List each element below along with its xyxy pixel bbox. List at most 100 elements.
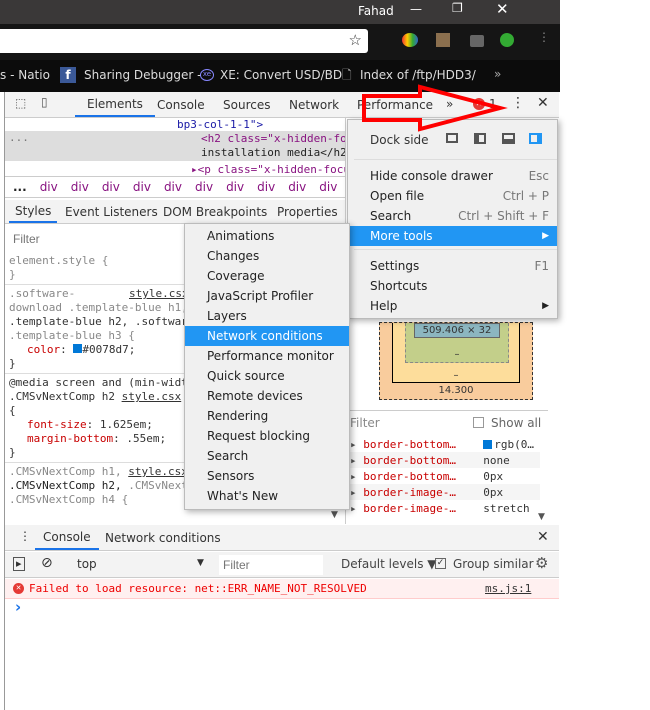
menu-item-help[interactable]: Help ▶ <box>348 296 557 316</box>
breadcrumb-item[interactable]: div <box>226 180 244 194</box>
property-value[interactable]: 1.625em; <box>100 418 153 431</box>
dom-selected-node[interactable]: ... <h2 class="x-hidden-foc installation… <box>5 131 345 161</box>
close-drawer-button[interactable]: ✕ <box>537 529 549 545</box>
menu-item-hide-console-drawer[interactable]: Hide console drawer Esc <box>348 166 557 186</box>
breadcrumb-item[interactable]: div <box>288 180 306 194</box>
breadcrumb-item[interactable]: ... <box>13 180 27 194</box>
extension-icon[interactable] <box>436 33 450 47</box>
menu-item-shortcuts[interactable]: Shortcuts <box>348 276 557 296</box>
breadcrumb-item[interactable]: div <box>164 180 182 194</box>
submenu-item[interactable]: Animations <box>185 226 349 246</box>
submenu-item[interactable]: Request blocking <box>185 426 349 446</box>
tab-console[interactable]: Console <box>157 92 205 117</box>
submenu-item-network-conditions[interactable]: Network conditions <box>185 326 349 346</box>
dock-right-icon[interactable] <box>529 133 542 144</box>
breadcrumb-item[interactable]: div <box>319 180 337 194</box>
bookmark-star-icon[interactable]: ☆ <box>349 31 362 49</box>
tab-drawer-network-conditions[interactable]: Network conditions <box>105 525 221 550</box>
context-select[interactable]: top <box>77 557 97 571</box>
chrome-menu-icon[interactable]: ⋮ <box>538 30 550 44</box>
clear-console-icon[interactable]: ⊘ <box>41 555 53 571</box>
menu-item-search[interactable]: Search Ctrl + Shift + F <box>348 206 557 226</box>
computed-filter-input[interactable]: Filter <box>350 416 380 430</box>
profile-name[interactable]: Fahad <box>358 4 394 18</box>
scroll-down-arrow[interactable]: ▼ <box>538 512 545 522</box>
bookmark[interactable]: Sharing Debugger - <box>84 68 201 82</box>
submenu-item[interactable]: Sensors <box>185 466 349 486</box>
dock-left-icon[interactable] <box>474 133 486 144</box>
bookmark[interactable]: Index of /ftp/HDD3/ <box>360 68 476 82</box>
address-bar[interactable]: ☆ <box>0 29 368 53</box>
tab-sources[interactable]: Sources <box>223 92 270 117</box>
submenu-item[interactable]: JavaScript Profiler <box>185 286 349 306</box>
submenu-item[interactable]: What's New <box>185 486 349 506</box>
computed-property[interactable]: ▸ border-bottom… rgb(0… <box>350 436 540 452</box>
submenu-item[interactable]: Changes <box>185 246 349 266</box>
submenu-item[interactable]: Rendering <box>185 406 349 426</box>
tab-event-listeners[interactable]: Event Listeners <box>65 200 158 223</box>
property-value[interactable]: .55em; <box>126 432 166 445</box>
breadcrumb-item[interactable]: div <box>257 180 275 194</box>
breadcrumb-item[interactable]: div <box>133 180 151 194</box>
menu-item-settings[interactable]: Settings F1 <box>348 256 557 276</box>
download-manager-extension-icon[interactable] <box>402 33 418 47</box>
breadcrumb-item[interactable]: div <box>40 180 58 194</box>
extension-badge-icon[interactable] <box>500 33 514 47</box>
device-toolbar-icon[interactable]: ▯ <box>41 95 48 109</box>
group-similar-checkbox[interactable]: ✓ <box>435 558 446 569</box>
close-devtools-button[interactable]: ✕ <box>537 95 549 111</box>
close-window-button[interactable]: ✕ <box>496 0 509 18</box>
console-settings-gear-icon[interactable]: ⚙ <box>535 554 548 572</box>
computed-property[interactable]: ▸ border-image-… 0px <box>350 484 540 500</box>
tab-network[interactable]: Network <box>289 92 339 117</box>
computed-property[interactable]: ▸ border-bottom… none <box>350 452 540 468</box>
tab-properties[interactable]: Properties <box>277 200 338 223</box>
error-source-link[interactable]: ms.js:1 <box>485 582 531 595</box>
submenu-item[interactable]: Remote devices <box>185 386 349 406</box>
console-prompt[interactable]: › <box>15 598 21 616</box>
submenu-item[interactable]: Layers <box>185 306 349 326</box>
submenu-item[interactable]: Coverage <box>185 266 349 286</box>
property-name[interactable]: font-size <box>27 418 87 431</box>
undock-icon[interactable] <box>446 133 458 143</box>
property-name[interactable]: color <box>27 343 60 356</box>
tab-elements[interactable]: Elements <box>75 92 155 117</box>
submenu-item[interactable]: Performance monitor <box>185 346 349 366</box>
devtools-menu-icon[interactable]: ⋮ <box>511 95 525 111</box>
tab-dom-breakpoints[interactable]: DOM Breakpoints <box>163 200 267 223</box>
source-link[interactable]: style.csx <box>128 465 188 478</box>
breadcrumb-item[interactable]: div <box>195 180 213 194</box>
bookmark[interactable]: XE: Convert USD/BD <box>220 68 342 82</box>
console-filter-input[interactable] <box>219 555 323 575</box>
tab-styles[interactable]: Styles <box>9 200 58 223</box>
show-all-checkbox[interactable] <box>473 417 484 428</box>
minimize-button[interactable]: — <box>410 2 422 16</box>
margin-bottom-value[interactable]: 14.300 <box>380 385 532 396</box>
scroll-down-arrow[interactable]: ▼ <box>331 510 338 520</box>
dock-bottom-icon[interactable] <box>502 133 515 144</box>
more-bookmarks-icon[interactable]: » <box>494 67 501 81</box>
menu-item-more-tools[interactable]: More tools ▶ <box>348 226 557 246</box>
extension-lock-icon[interactable] <box>470 35 484 47</box>
log-levels-dropdown[interactable]: Default levels ▼ <box>341 557 437 571</box>
dom-line[interactable]: bp3-col-1-1"> <box>177 118 263 131</box>
sidebar-toggle-icon[interactable]: ▸ <box>13 557 25 571</box>
menu-item-open-file[interactable]: Open file Ctrl + P <box>348 186 557 206</box>
tab-drawer-console[interactable]: Console <box>35 525 99 550</box>
breadcrumb-item[interactable]: div <box>102 180 120 194</box>
inspect-element-icon[interactable]: ⬚ <box>15 96 26 110</box>
source-link[interactable]: style.csx <box>129 287 189 301</box>
source-link[interactable]: style.csx <box>122 390 182 403</box>
property-name[interactable]: margin-bottom <box>27 432 113 445</box>
computed-property[interactable]: ▸ border-bottom… 0px <box>350 468 540 484</box>
bookmark[interactable]: s - Natio <box>0 68 50 82</box>
drawer-menu-icon[interactable]: ⋮ <box>19 529 31 543</box>
restore-button[interactable]: ❐ <box>452 1 463 15</box>
breadcrumb-item[interactable]: div <box>71 180 89 194</box>
context-dropdown-icon[interactable]: ▼ <box>197 558 204 568</box>
dom-line[interactable]: ▸<p class="x-hidden-focu <box>191 163 345 176</box>
submenu-item[interactable]: Search <box>185 446 349 466</box>
computed-property[interactable]: ▸ border-image-… stretch <box>350 500 540 516</box>
submenu-item[interactable]: Quick source <box>185 366 349 386</box>
property-value[interactable]: #0078d7; <box>82 343 135 356</box>
